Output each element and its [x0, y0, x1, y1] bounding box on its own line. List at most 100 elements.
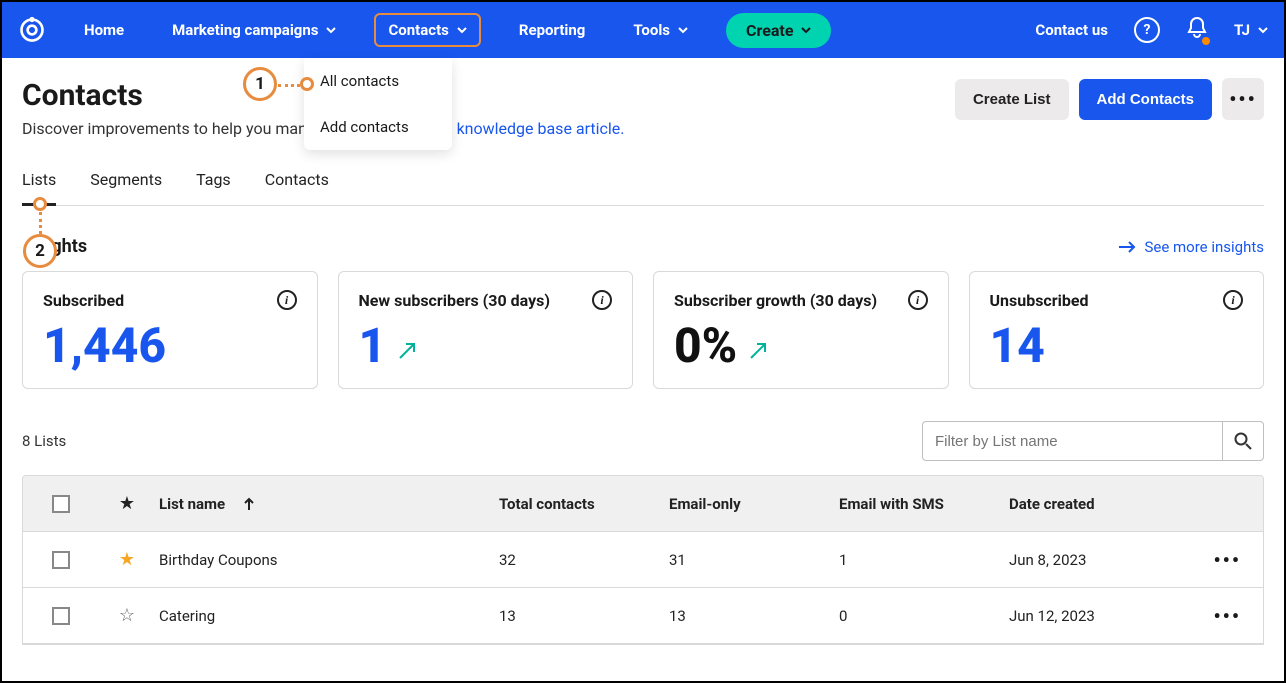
table-row: ☆ Catering 13 13 0 Jun 12, 2023 ••• [23, 588, 1263, 644]
select-all-checkbox[interactable] [52, 495, 70, 513]
filter-input[interactable] [922, 421, 1222, 461]
info-icon[interactable]: i [908, 290, 928, 310]
lists-table: ★ List name Total contacts Email-only Em… [22, 475, 1264, 645]
chevron-down-icon [1258, 25, 1268, 35]
insight-cards: Subscribed i 1,446 New subscribers (30 d… [22, 271, 1264, 389]
row-date: Jun 8, 2023 [1009, 551, 1189, 569]
col-sms[interactable]: Email with SMS [839, 495, 1009, 513]
row-total: 13 [499, 607, 669, 625]
star-icon: ★ [119, 493, 135, 514]
trend-up-icon [396, 340, 418, 362]
card-label: New subscribers (30 days) [359, 291, 550, 310]
info-icon[interactable]: i [592, 290, 612, 310]
card-value: 0% [674, 322, 737, 370]
app-logo [18, 16, 46, 44]
card-label: Subscribed [43, 291, 124, 310]
search-icon [1234, 432, 1252, 450]
card-new-subscribers: New subscribers (30 days) i 1 [338, 271, 634, 389]
see-more-insights-link[interactable]: See more insights [1118, 238, 1264, 256]
card-value: 1 [359, 322, 387, 370]
card-value: 1,446 [43, 322, 166, 370]
row-checkbox[interactable] [52, 607, 70, 625]
nav-marketing-label: Marketing campaigns [172, 21, 318, 39]
row-actions-button[interactable]: ••• [1213, 548, 1241, 572]
chevron-down-icon [678, 25, 688, 35]
row-email: 31 [669, 551, 839, 569]
top-nav: Home Marketing campaigns Contacts Report… [2, 2, 1284, 58]
card-label: Unsubscribed [990, 291, 1089, 310]
tab-contacts[interactable]: Contacts [265, 160, 329, 205]
row-name[interactable]: Catering [155, 607, 499, 625]
info-icon[interactable]: i [1223, 290, 1243, 310]
nav-contact-us[interactable]: Contact us [1035, 21, 1108, 39]
filter-wrap [922, 421, 1264, 461]
header-actions: Create List Add Contacts ••• [955, 78, 1264, 120]
user-menu[interactable]: TJ [1234, 21, 1268, 39]
create-button[interactable]: Create [726, 13, 831, 48]
contacts-dropdown: All contacts Add contacts [304, 58, 452, 150]
col-name-label: List name [159, 495, 225, 513]
add-contacts-button[interactable]: Add Contacts [1079, 79, 1213, 120]
annotation-pointer [300, 77, 314, 91]
notifications-icon[interactable] [1186, 16, 1208, 44]
col-email[interactable]: Email-only [669, 495, 839, 513]
nav-tools[interactable]: Tools [623, 13, 698, 47]
col-list-name[interactable]: List name [155, 495, 499, 513]
tab-tags[interactable]: Tags [196, 160, 231, 205]
star-icon[interactable]: ★ [119, 549, 135, 570]
see-more-label: See more insights [1144, 238, 1264, 256]
card-subscriber-growth: Subscriber growth (30 days) i 0% [653, 271, 949, 389]
chevron-down-icon [801, 25, 811, 35]
nav-marketing[interactable]: Marketing campaigns [162, 13, 346, 47]
dots-icon: ••• [1229, 87, 1257, 111]
row-total: 32 [499, 551, 669, 569]
user-initials: TJ [1234, 21, 1250, 39]
row-name[interactable]: Birthday Coupons [155, 551, 499, 569]
nav-contacts[interactable]: Contacts [374, 13, 480, 47]
more-actions-button[interactable]: ••• [1222, 78, 1264, 120]
dropdown-all-contacts[interactable]: All contacts [304, 58, 452, 104]
nav-tools-label: Tools [633, 21, 670, 39]
page-header: Contacts Discover improvements to help y… [22, 78, 1264, 138]
row-checkbox[interactable] [52, 551, 70, 569]
knowledge-base-link[interactable]: knowledge base article. [457, 119, 625, 138]
row-actions-button[interactable]: ••• [1213, 604, 1241, 628]
nav-contacts-label: Contacts [388, 21, 448, 39]
trend-up-icon [747, 340, 769, 362]
create-list-button[interactable]: Create List [955, 79, 1069, 120]
create-label: Create [746, 21, 793, 40]
help-icon[interactable]: ? [1134, 17, 1160, 43]
nav-home[interactable]: Home [74, 13, 134, 47]
table-row: ★ Birthday Coupons 32 31 1 Jun 8, 2023 •… [23, 532, 1263, 588]
nav-reporting[interactable]: Reporting [509, 13, 596, 47]
card-label: Subscriber growth (30 days) [674, 291, 877, 310]
table-header: ★ List name Total contacts Email-only Em… [23, 476, 1263, 532]
row-email: 13 [669, 607, 839, 625]
subtitle-text: Discover improvements to help you manag [22, 119, 325, 138]
card-subscribed: Subscribed i 1,446 [22, 271, 318, 389]
col-total[interactable]: Total contacts [499, 495, 669, 513]
annotation-step-2: 2 [23, 234, 57, 268]
card-unsubscribed: Unsubscribed i 14 [969, 271, 1265, 389]
annotation-connector [278, 84, 300, 87]
annotation-step-1: 1 [243, 67, 277, 101]
annotation-connector [39, 212, 42, 234]
row-sms: 1 [839, 551, 1009, 569]
col-date[interactable]: Date created [1009, 495, 1189, 513]
card-value: 14 [990, 322, 1045, 370]
nav-right: Contact us ? TJ [1035, 16, 1268, 44]
notification-dot [1202, 37, 1210, 45]
lists-count: 8 Lists [22, 432, 66, 450]
row-date: Jun 12, 2023 [1009, 607, 1189, 625]
nav-items: Home Marketing campaigns Contacts Report… [74, 13, 831, 48]
tab-segments[interactable]: Segments [90, 160, 162, 205]
content-tabs: Lists Segments Tags Contacts [22, 160, 1264, 206]
dropdown-add-contacts[interactable]: Add contacts [304, 104, 452, 150]
search-button[interactable] [1222, 421, 1264, 461]
chevron-down-icon [457, 25, 467, 35]
info-icon[interactable]: i [277, 290, 297, 310]
star-icon[interactable]: ☆ [119, 605, 135, 626]
arrow-right-icon [1118, 241, 1136, 253]
sort-asc-icon [243, 497, 255, 511]
row-sms: 0 [839, 607, 1009, 625]
